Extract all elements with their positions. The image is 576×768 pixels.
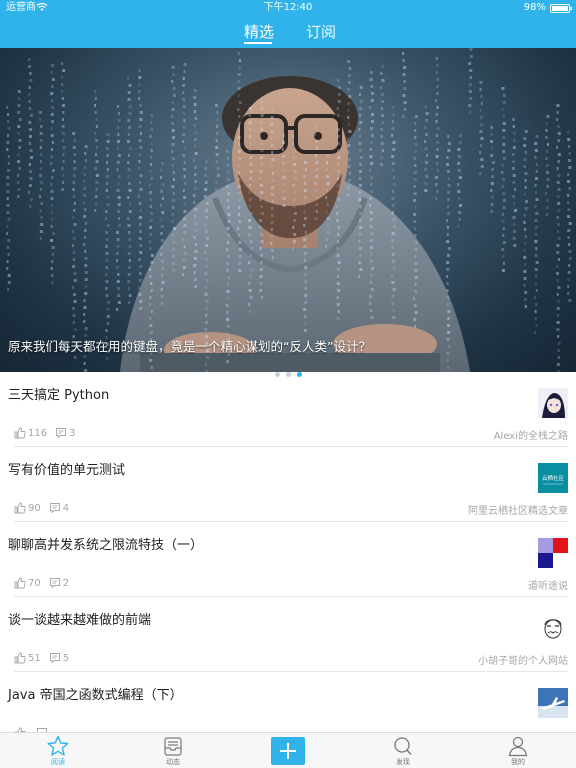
- tabbar-item-activity[interactable]: 动态: [143, 733, 203, 768]
- article-item[interactable]: Java 帝国之函数式编程（下）: [0, 672, 576, 732]
- status-bar: 运营商 下午12:40 98%: [0, 0, 576, 16]
- tabbar-item-discover[interactable]: 发现: [373, 733, 433, 768]
- top-tabs: 精选 订阅: [0, 18, 576, 48]
- comment-count: 5: [62, 652, 70, 664]
- article-list: 三天搞定 Python 116 3 Alexi的全栈之路 写有价值的单元测试 云…: [0, 372, 576, 732]
- author-avatar: [538, 613, 568, 643]
- article-title: 写有价值的单元测试: [8, 463, 126, 478]
- tabbar-label: 阅读: [51, 758, 65, 766]
- featured-banner[interactable]: 原来我们每天都在用的键盘，竟是一个精心谋划的“反人类”设计？: [0, 48, 576, 372]
- banner-caption: 原来我们每天都在用的键盘，竟是一个精心谋划的“反人类”设计？: [8, 339, 371, 354]
- article-meta: 90 4: [14, 502, 69, 514]
- article-item[interactable]: 谈一谈越来越难做的前端 51 5 小胡子哥的个人网站: [0, 597, 576, 672]
- author-avatar: [538, 388, 568, 418]
- article-title: 谈一谈越来越难做的前端: [8, 613, 152, 628]
- tab-featured[interactable]: 精选: [244, 21, 274, 42]
- user-icon: [508, 736, 528, 757]
- article-meta: 116 3: [14, 427, 75, 439]
- battery-percent: 98%: [523, 2, 546, 13]
- comment-icon[interactable]: [49, 577, 61, 589]
- yunqi-logo-text: 云栖社区: [542, 474, 565, 482]
- comment-icon[interactable]: [55, 427, 67, 439]
- article-meta: 51 5: [14, 652, 69, 664]
- article-item[interactable]: 三天搞定 Python 116 3 Alexi的全栈之路: [0, 372, 576, 447]
- tabbar-item-read[interactable]: 阅读: [28, 733, 88, 768]
- tabbar-item-mine[interactable]: 我的: [488, 733, 548, 768]
- star-icon: [47, 735, 69, 756]
- article-item[interactable]: 聊聊高并发系统之限流特技（一） 70 2 道听途说: [0, 522, 576, 597]
- plus-icon: [280, 743, 296, 759]
- add-button[interactable]: [271, 737, 305, 765]
- article-title: 三天搞定 Python: [8, 388, 110, 403]
- search-icon: [394, 737, 412, 755]
- article-meta: 70 2: [14, 577, 69, 589]
- article-source[interactable]: Alexi的全栈之路: [494, 427, 568, 442]
- comment-count: 2: [62, 577, 70, 589]
- yunqi-logo: 云栖社区: [538, 463, 568, 493]
- tabbar-label: 动态: [166, 758, 180, 766]
- thumbs-up-icon[interactable]: [14, 427, 26, 439]
- inbox-icon: [164, 737, 182, 756]
- thumbs-up-icon[interactable]: [14, 652, 26, 664]
- thumbs-up-icon[interactable]: [14, 502, 26, 514]
- thumbs-up-icon[interactable]: [14, 577, 26, 589]
- banner-image: [6, 48, 572, 372]
- comment-icon[interactable]: [49, 652, 61, 664]
- status-time: 下午12:40: [263, 2, 313, 13]
- article-source[interactable]: 阿里云栖社区精选文章: [468, 502, 568, 517]
- tabbar-label: 我的: [511, 758, 525, 766]
- comment-count: 3: [69, 427, 76, 439]
- author-avatar: [538, 538, 568, 568]
- bottom-tab-bar: 阅读 动态 发现 我的: [0, 732, 576, 768]
- article-source[interactable]: 小胡子哥的个人网站: [478, 652, 568, 667]
- like-count: 70: [28, 577, 41, 589]
- comment-icon[interactable]: [49, 502, 61, 514]
- article-title: 聊聊高并发系统之限流特技（一）: [8, 538, 204, 553]
- tabbar-label: 发现: [396, 758, 410, 766]
- battery-icon: [550, 4, 572, 13]
- like-count: 51: [28, 652, 41, 664]
- comment-count: 4: [62, 502, 70, 514]
- article-item[interactable]: 写有价值的单元测试 云栖社区 90 4 阿里云栖社区精选文章: [0, 447, 576, 522]
- tab-subscribe[interactable]: 订阅: [306, 21, 336, 42]
- article-source[interactable]: 道听途说: [528, 577, 568, 592]
- active-tab-indicator: [244, 42, 272, 44]
- author-avatar: [538, 688, 568, 718]
- like-count: 116: [28, 427, 48, 439]
- app-header: 运营商 下午12:40 98% 精选 订阅: [0, 0, 576, 48]
- article-title: Java 帝国之函数式编程（下）: [8, 688, 183, 703]
- like-count: 90: [28, 502, 41, 514]
